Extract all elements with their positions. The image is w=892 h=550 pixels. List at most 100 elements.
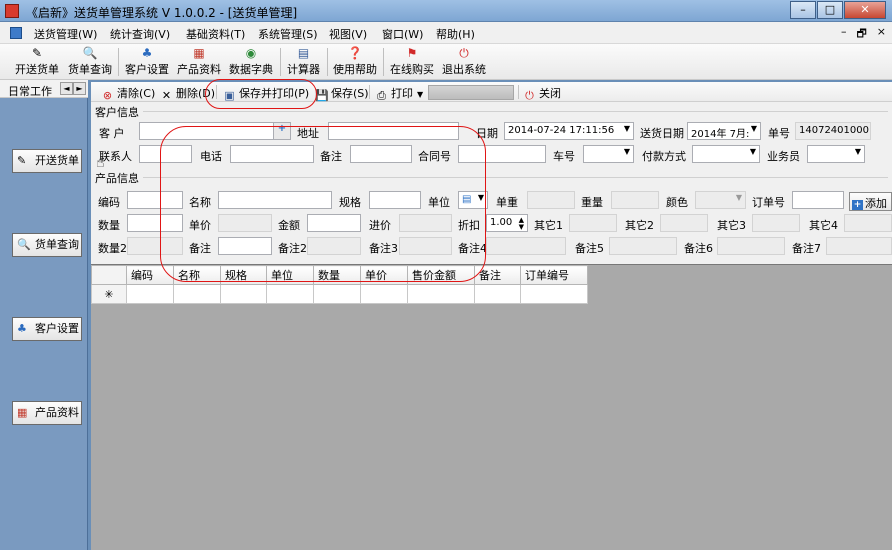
toolbar-help[interactable]: ❓ 使用帮助 <box>333 46 377 78</box>
address-input[interactable] <box>328 122 459 140</box>
form-close-button[interactable]: ⏻ 关闭 <box>523 85 561 102</box>
quantity-input[interactable] <box>127 214 183 232</box>
menu-delivery[interactable]: 送货管理(W) <box>34 26 97 42</box>
column-header[interactable]: 名称 <box>173 265 221 285</box>
table-cell[interactable] <box>266 284 314 304</box>
product-name-input[interactable] <box>218 191 332 209</box>
column-header[interactable]: 数量 <box>313 265 361 285</box>
phone-input[interactable] <box>230 145 314 163</box>
toolbar-calculator[interactable]: ▤ 计算器 <box>287 46 320 78</box>
nav-arrows: ◄ ► <box>60 82 86 95</box>
table-cell[interactable] <box>126 284 174 304</box>
table-cell[interactable] <box>407 284 475 304</box>
salesman-select[interactable]: ▼ <box>807 145 865 163</box>
table-cell[interactable] <box>360 284 408 304</box>
toolbar-customer-settings[interactable]: ♣ 客户设置 <box>125 46 169 78</box>
column-header[interactable]: 编码 <box>126 265 174 285</box>
payment-method-select[interactable]: ▼ <box>692 145 760 163</box>
toolbar-separator <box>280 48 281 76</box>
table-cell[interactable] <box>173 284 221 304</box>
nav-new-delivery-button[interactable]: ✎ 开送货单 <box>12 149 82 173</box>
nav-next-arrow-icon[interactable]: ► <box>73 82 86 95</box>
delete-button[interactable]: ✕ 删除(D) <box>160 85 215 102</box>
save-button[interactable]: 💾 保存(S) <box>315 85 369 102</box>
product-note-input[interactable] <box>218 237 272 255</box>
column-header[interactable]: 备注 <box>474 265 521 285</box>
nav-order-query-button[interactable]: 🔍 货单查询 <box>12 233 82 257</box>
customer-add-button[interactable]: + <box>273 122 291 140</box>
menu-window[interactable]: 窗口(W) <box>382 26 423 42</box>
minimize-button[interactable]: – <box>790 1 816 19</box>
note6-field <box>717 237 785 255</box>
menu-system[interactable]: 系统管理(S) <box>258 26 318 42</box>
nav-product-data-button[interactable]: ▦ 产品资料 <box>12 401 82 425</box>
discount-stepper[interactable]: 1.00 ▲ ▼ <box>486 214 528 232</box>
car-number-label: 车号 <box>553 150 575 163</box>
unit-select[interactable]: ▤ ▼ <box>458 191 488 209</box>
customer-input[interactable] <box>139 122 274 140</box>
save-icon: 💾 <box>315 89 329 102</box>
nav-header-title: 日常工作 <box>8 85 52 98</box>
menu-statistics[interactable]: 统计查询(V) <box>110 26 170 42</box>
toolbar-order-query[interactable]: 🔍 货单查询 <box>68 46 112 78</box>
table-cell[interactable] <box>313 284 361 304</box>
column-header[interactable]: 单位 <box>266 265 314 285</box>
spec-input[interactable] <box>369 191 421 209</box>
mdi-restore-button[interactable]: 🗗 <box>856 25 866 44</box>
toolbar-data-dictionary[interactable]: ◉ 数据字典 <box>229 46 273 78</box>
column-header[interactable]: 规格 <box>220 265 267 285</box>
nav-customer-settings-button[interactable]: ♣ 客户设置 <box>12 317 82 341</box>
help-icon: ❓ <box>347 46 363 60</box>
nav-prev-arrow-icon[interactable]: ◄ <box>60 82 73 95</box>
close-button[interactable]: ✕ <box>844 1 886 19</box>
column-header[interactable]: 订单编号 <box>520 265 588 285</box>
toolbar-product-data[interactable]: ▦ 产品资料 <box>177 46 221 78</box>
left-navigation: 日常工作 ◄ ► ✎ 开送货单 🔍 货单查询 ♣ 客户设置 ▦ 产品资料 <box>0 80 88 550</box>
product-code-input[interactable] <box>127 191 183 209</box>
print-template-combo[interactable] <box>428 85 514 100</box>
delivery-date-picker[interactable]: 2014年 7月: ▼ <box>687 122 761 140</box>
menu-basic-data[interactable]: 基础资料(T) <box>186 26 245 42</box>
car-number-select[interactable]: ▼ <box>583 145 634 163</box>
quantity2-field <box>127 237 183 255</box>
unit-weight-label: 单重 <box>496 196 518 209</box>
toolbar-separator <box>327 48 328 76</box>
toolbar-new-delivery[interactable]: ✎ 开送货单 <box>15 46 59 78</box>
weight-field <box>611 191 659 209</box>
menu-help[interactable]: 帮助(H) <box>436 26 475 42</box>
print-button[interactable]: ⎙ 打印 ▼ <box>375 85 423 102</box>
note6-label: 备注6 <box>684 242 713 255</box>
customer-icon: ♣ <box>141 46 153 60</box>
product-order-number-label: 订单号 <box>752 196 785 209</box>
mdi-close-button[interactable]: × <box>877 25 886 44</box>
column-header[interactable]: 单价 <box>360 265 408 285</box>
add-product-button[interactable]: + 添加 <box>849 192 892 211</box>
product-order-number-input[interactable] <box>792 191 844 209</box>
quantity2-label: 数量2 <box>98 242 127 255</box>
note3-field <box>399 237 452 255</box>
clear-button[interactable]: ⊗ 清除(C) <box>101 85 155 102</box>
order-number-label: 单号 <box>768 127 790 140</box>
table-header-row: 编码 名称 规格 单位 数量 单价 售价金额 备注 订单编号 <box>91 265 588 285</box>
save-print-button[interactable]: ▣ 保存并打印(P) <box>223 85 309 102</box>
window-controls: – □ ✕ <box>789 1 886 19</box>
toolbar-online-buy[interactable]: ⚑ 在线购买 <box>390 46 434 78</box>
date-picker[interactable]: 2014-07-24 17:11:56 ▼ <box>504 122 634 140</box>
contact-input[interactable] <box>139 145 192 163</box>
mdi-minimize-button[interactable]: – <box>841 25 847 44</box>
table-cell[interactable] <box>474 284 521 304</box>
table-cell[interactable] <box>520 284 588 304</box>
note-input[interactable] <box>350 145 412 163</box>
column-header[interactable]: 售价金额 <box>407 265 475 285</box>
maximize-button[interactable]: □ <box>817 1 843 19</box>
form-toolbar: ⊗ 清除(C) ✕ 删除(D) ▣ 保存并打印(P) 💾 保存(S) ⎙ 打印 ▼ ⏻ 关闭 <box>91 82 892 102</box>
table-cell[interactable] <box>220 284 267 304</box>
toolbar-exit[interactable]: ⏻ 退出系统 <box>442 46 486 78</box>
toolbar-separator <box>216 85 217 99</box>
amount-input[interactable] <box>307 214 361 232</box>
menu-view[interactable]: 视图(V) <box>329 26 367 42</box>
contract-input[interactable] <box>458 145 546 163</box>
color-select[interactable]: ▼ <box>695 191 746 209</box>
mdi-window-icon[interactable] <box>10 27 22 39</box>
product-name-label: 名称 <box>189 196 211 209</box>
